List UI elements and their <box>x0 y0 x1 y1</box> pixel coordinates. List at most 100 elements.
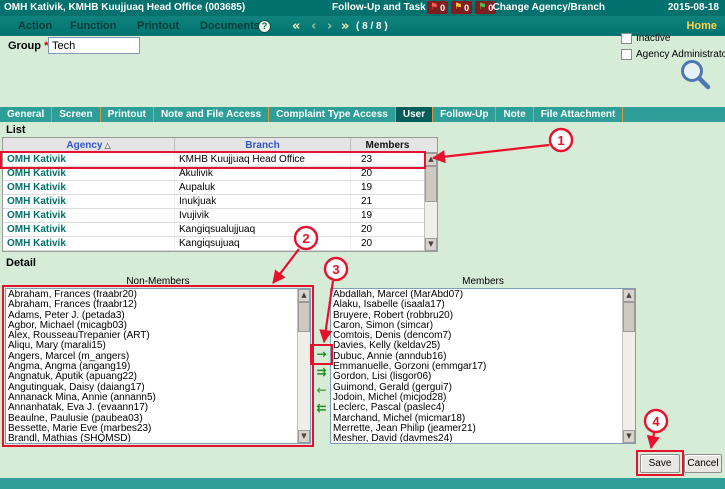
tab-complaint-type-access[interactable]: Complaint Type Access <box>269 107 396 122</box>
tab-screen[interactable]: Screen <box>52 107 100 122</box>
home-link[interactable]: Home <box>686 20 717 32</box>
tab-note[interactable]: Note <box>496 107 533 122</box>
green-flag-icon: ⚑ <box>478 1 486 14</box>
scroll-down-icon[interactable]: ▼ <box>298 430 310 443</box>
add-all-button[interactable]: ⇉ <box>313 365 330 380</box>
inactive-checkbox[interactable] <box>621 33 632 44</box>
annotation-1-number: 1 <box>557 133 564 148</box>
yellow-flag-icon: ⚑ <box>454 1 462 14</box>
scroll-thumb[interactable] <box>425 166 437 202</box>
cell-branch: Inukjuak <box>175 195 351 208</box>
tab-user[interactable]: User <box>396 107 433 122</box>
tab-general[interactable]: General <box>0 107 52 122</box>
cell-agency: OMH Kativik <box>3 195 175 208</box>
table-row[interactable]: OMH Kativik KMHB Kuujjuaq Head Office 23 <box>3 153 424 167</box>
table-header: Agency△ Branch Members <box>3 138 437 153</box>
cell-agency: OMH Kativik <box>3 181 175 194</box>
agency-header-text: Agency <box>66 140 102 151</box>
nav-first-icon[interactable]: « <box>292 19 300 34</box>
menu-action[interactable]: Action <box>18 20 52 32</box>
inactive-label: Inactive <box>636 33 670 44</box>
cell-agency: OMH Kativik <box>3 167 175 180</box>
cell-branch: Akulivik <box>175 167 351 180</box>
column-header-members: Members <box>351 138 424 152</box>
scroll-up-icon[interactable]: ▲ <box>298 289 310 302</box>
menu-function[interactable]: Function <box>70 20 116 32</box>
scroll-down-icon[interactable]: ▼ <box>623 430 635 443</box>
non-members-label: Non-Members <box>5 276 311 287</box>
change-agency-branch-link[interactable]: Change Agency/Branch <box>493 2 605 13</box>
table-row[interactable]: OMH Kativik Aupaluk 19 <box>3 181 424 195</box>
cell-agency: OMH Kativik <box>3 223 175 236</box>
tab-printout[interactable]: Printout <box>101 107 154 122</box>
table-row[interactable]: OMH Kativik Kangiqsualujjuaq 20 <box>3 223 424 237</box>
table-row[interactable]: OMH Kativik Ivujivik 19 <box>3 209 424 223</box>
cell-branch: Kangiqsualujjuaq <box>175 223 351 236</box>
members-scrollbar[interactable]: ▲ ▼ <box>622 289 635 443</box>
menu-printout[interactable]: Printout <box>137 20 179 32</box>
group-input[interactable] <box>48 37 140 54</box>
table-row[interactable]: OMH Kativik Akulivik 20 <box>3 167 424 181</box>
page-indicator: ( 8 / 8 ) <box>356 21 388 32</box>
help-icon[interactable]: ? <box>258 20 271 33</box>
branch-table: Agency△ Branch Members OMH Kativik KMHB … <box>2 137 438 252</box>
member-list-item[interactable]: Mesher, David (davmes24) <box>333 434 620 442</box>
footer-strip <box>0 478 725 489</box>
nav-prev-icon[interactable]: ‹ <box>311 19 316 34</box>
members-label: Members <box>330 276 636 287</box>
scroll-thumb[interactable] <box>623 302 635 332</box>
detail-section-label: Detail <box>6 257 36 269</box>
table-row[interactable]: OMH Kativik Inukjuak 21 <box>3 195 424 209</box>
agency-admin-checkbox[interactable] <box>621 49 632 60</box>
nav-next-icon[interactable]: › <box>327 19 332 34</box>
cell-branch: Kangiqsujuaq <box>175 237 351 250</box>
scroll-down-icon[interactable]: ▼ <box>425 238 437 251</box>
cell-branch: KMHB Kuujjuaq Head Office <box>175 153 351 166</box>
cell-members: 19 <box>351 209 424 222</box>
group-field-label: Group * <box>8 40 48 52</box>
annotation-1-arrow <box>433 145 549 158</box>
followup-task-label: Follow-Up and Task <box>332 2 426 13</box>
cell-members: 21 <box>351 195 424 208</box>
annotation-3-number: 3 <box>332 262 339 277</box>
members-listbox[interactable]: Abdallah, Marcel (MarAbd07) Alaku, Isabe… <box>330 288 636 444</box>
sort-asc-icon: △ <box>104 141 110 150</box>
cell-branch: Ivujivik <box>175 209 351 222</box>
cancel-button[interactable]: Cancel <box>684 454 722 473</box>
remove-selected-button[interactable]: ← <box>313 383 330 398</box>
add-selected-button[interactable]: → <box>313 347 330 362</box>
current-date: 2015-08-18 <box>668 2 719 13</box>
red-flag-count: 0 <box>440 3 445 13</box>
scroll-thumb[interactable] <box>298 302 310 332</box>
non-members-listbox[interactable]: Abraham, Frances (fraabr20) Abraham, Fra… <box>5 288 311 444</box>
transfer-buttons: → ⇉ ← ⇇ <box>313 347 331 419</box>
menu-bar: Action Function Printout Documents ? « ‹… <box>0 16 725 36</box>
zoom-icon[interactable] <box>678 58 714 94</box>
cell-members: 20 <box>351 237 424 250</box>
menu-documents[interactable]: Documents <box>200 20 260 32</box>
scroll-up-icon[interactable]: ▲ <box>623 289 635 302</box>
cell-agency: OMH Kativik <box>3 153 175 166</box>
annotation-4-circle <box>645 410 667 432</box>
non-members-scrollbar[interactable]: ▲ ▼ <box>297 289 310 443</box>
nav-last-icon[interactable]: » <box>341 19 349 34</box>
tab-note-and-file-access[interactable]: Note and File Access <box>154 107 269 122</box>
table-scrollbar[interactable]: ▲ ▼ <box>424 153 437 251</box>
red-flag-counter[interactable]: ⚑ 0 <box>427 1 448 14</box>
scroll-up-icon[interactable]: ▲ <box>425 153 437 166</box>
yellow-flag-counter[interactable]: ⚑ 0 <box>451 1 472 14</box>
non-member-list-item[interactable]: Brandl, Mathias (SHQMSD) <box>8 434 295 442</box>
window-title: OMH Kativik, KMHB Kuujjuaq Head Office (… <box>4 2 245 13</box>
tab-follow-up[interactable]: Follow-Up <box>433 107 496 122</box>
annotation-4-number: 4 <box>652 414 660 429</box>
column-header-branch[interactable]: Branch <box>175 138 351 152</box>
annotation-4-arrow <box>651 433 654 448</box>
annotation-1-circle <box>550 129 572 151</box>
cell-members: 23 <box>351 153 424 166</box>
remove-all-button[interactable]: ⇇ <box>313 401 330 416</box>
cell-branch: Aupaluk <box>175 181 351 194</box>
tab-file-attachment[interactable]: File Attachment <box>534 107 624 122</box>
column-header-agency[interactable]: Agency△ <box>3 138 175 152</box>
save-button[interactable]: Save <box>640 454 680 473</box>
table-row[interactable]: OMH Kativik Kangiqsujuaq 20 <box>3 237 424 251</box>
